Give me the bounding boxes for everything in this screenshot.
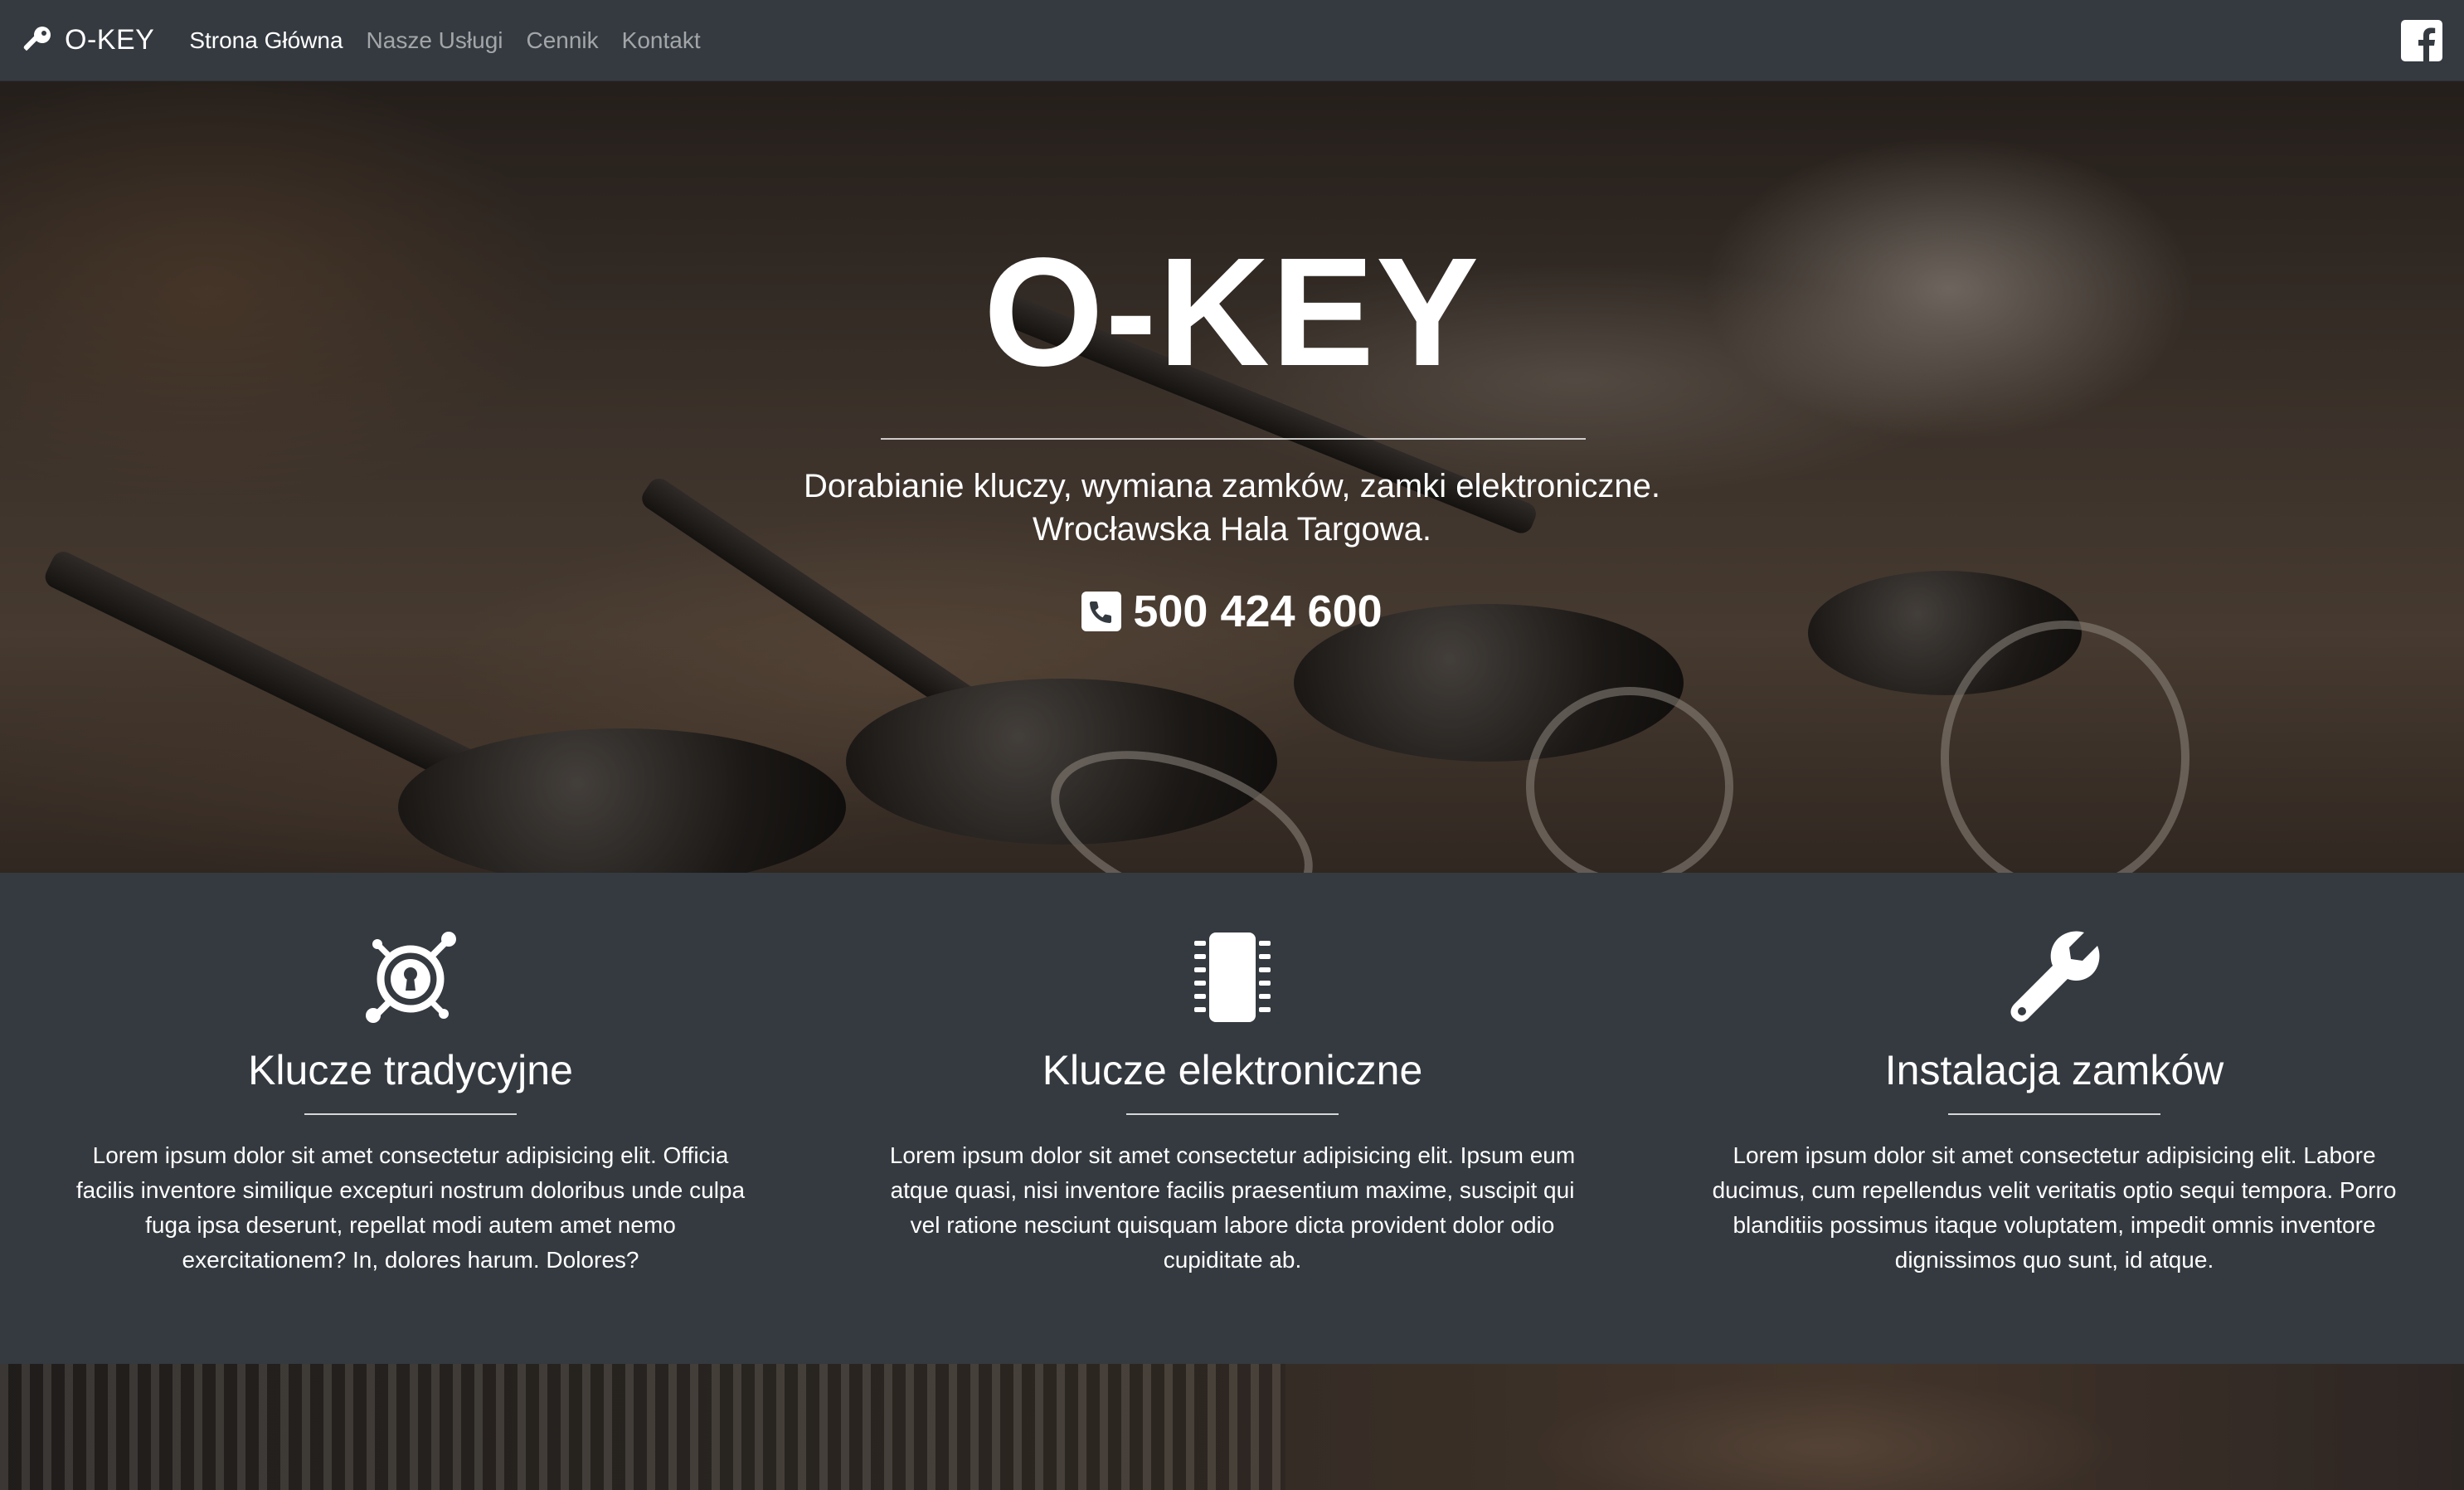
hero-subtitle-line1: Dorabianie kluczy, wymiana zamków, zamki… (804, 468, 1660, 504)
keycdn-icon (361, 928, 460, 1027)
service-title: Instalacja zamków (1884, 1047, 2224, 1093)
nav-links: Strona Główna Nasze Usługi Cennik Kontak… (189, 27, 723, 54)
brand-link[interactable]: O-KEY (20, 24, 154, 57)
hero-subtitle-line2: Wrocławska Hala Targowa. (1033, 511, 1431, 548)
next-section-background-image (0, 1364, 2464, 1490)
service-electronic-keys: Klucze elektroniczne Lorem ipsum dolor s… (876, 928, 1589, 1278)
service-description: Lorem ipsum dolor sit amet consectetur a… (1712, 1142, 2397, 1273)
phone-number[interactable]: 500 424 600 (1133, 586, 1382, 637)
service-title: Klucze tradycyjne (248, 1047, 573, 1093)
service-divider (1948, 1113, 2160, 1115)
nav-link-services[interactable]: Nasze Usługi (367, 27, 503, 54)
wrench-icon (2005, 928, 2104, 1027)
navbar: O-KEY Strona Główna Nasze Usługi Cennik … (0, 0, 2464, 81)
nav-link-home[interactable]: Strona Główna (189, 27, 343, 54)
service-divider (304, 1113, 517, 1115)
key-icon (20, 24, 53, 57)
phone-square-icon (1081, 592, 1122, 631)
service-description: Lorem ipsum dolor sit amet consectetur a… (75, 1142, 746, 1273)
hero-title: O-KEY (983, 226, 1481, 398)
hero-subtitle: Dorabianie kluczy, wymiana zamków, zamki… (0, 465, 2464, 551)
hero-section: O-KEY Dorabianie kluczy, wymiana zamków,… (0, 81, 2464, 873)
service-lock-installation: Instalacja zamków Lorem ipsum dolor sit … (1698, 928, 2411, 1278)
brand-name: O-KEY (65, 24, 155, 56)
microchip-icon (1183, 928, 1282, 1027)
hero-divider (881, 438, 1586, 440)
services-section: Klucze tradycyjne Lorem ipsum dolor sit … (0, 873, 2464, 1364)
nav-link-contact[interactable]: Kontakt (622, 27, 701, 54)
service-title: Klucze elektroniczne (1042, 1047, 1423, 1093)
service-divider (1126, 1113, 1339, 1115)
nav-link-pricing[interactable]: Cennik (526, 27, 598, 54)
hero-content: O-KEY Dorabianie kluczy, wymiana zamków,… (0, 81, 2464, 873)
service-traditional-keys: Klucze tradycyjne Lorem ipsum dolor sit … (54, 928, 767, 1278)
facebook-icon[interactable] (2401, 20, 2442, 61)
hero-phone: 500 424 600 (0, 586, 2464, 637)
service-description: Lorem ipsum dolor sit amet consectetur a… (889, 1142, 1576, 1273)
